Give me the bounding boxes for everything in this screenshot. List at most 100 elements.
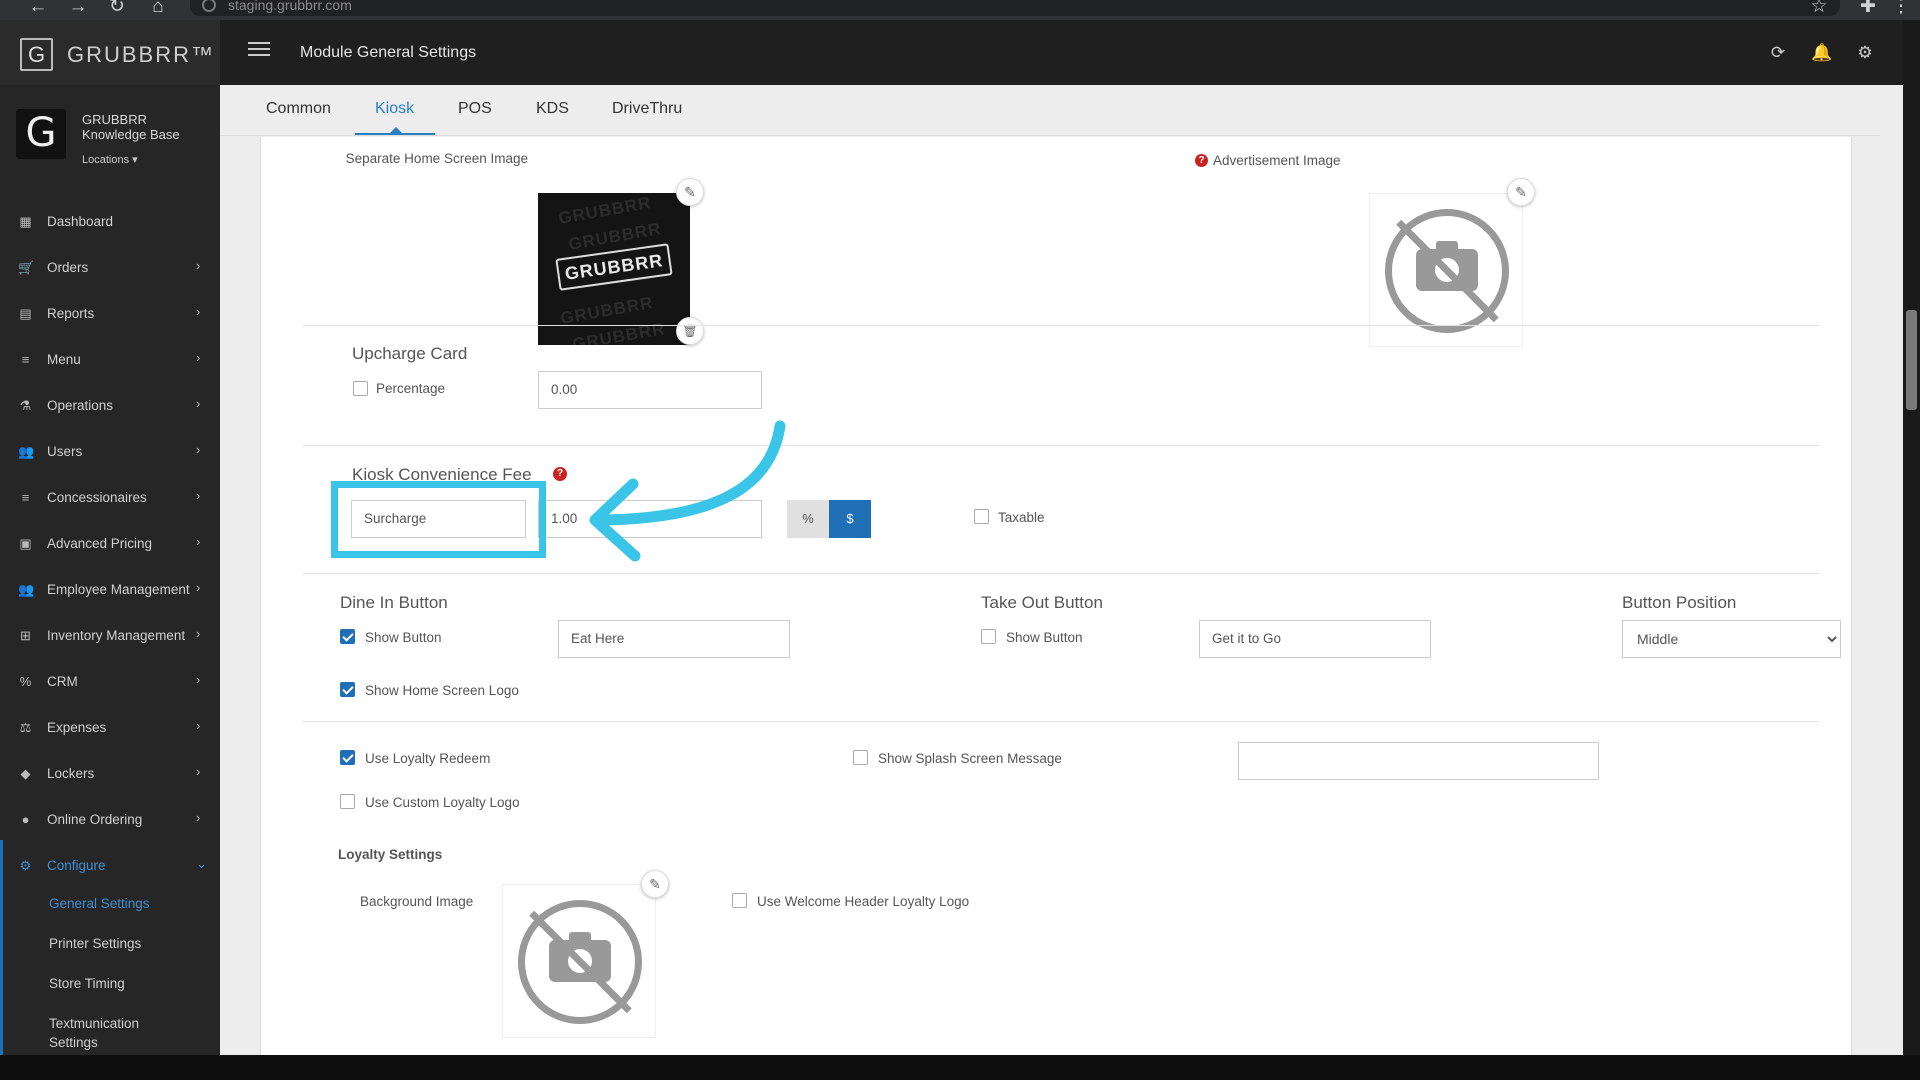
- percentage-label: Percentage: [376, 381, 446, 396]
- site-info-icon[interactable]: [202, 0, 216, 12]
- sidebar-item-advanced-pricing[interactable]: ▣ Advanced Pricing ›: [0, 524, 220, 564]
- address-bar[interactable]: staging.grubbrr.com: [190, 0, 1840, 16]
- upcharge-card-title: Upcharge Card: [352, 344, 468, 363]
- convenience-fee-name-input[interactable]: Surcharge: [351, 500, 526, 538]
- active-tab-caret: [390, 127, 402, 133]
- use-loyalty-redeem-checkbox[interactable]: [340, 750, 355, 765]
- hamburger-menu-icon[interactable]: [248, 42, 270, 58]
- loyalty-background-placeholder: [502, 884, 656, 1038]
- back-icon[interactable]: ←: [27, 0, 49, 20]
- gear-icon: ⚙: [19, 858, 32, 873]
- show-splash-checkbox[interactable]: [853, 750, 868, 765]
- take-out-text-input[interactable]: Get it to Go: [1199, 620, 1431, 658]
- taxable-label: Taxable: [998, 510, 1045, 525]
- tab-drivethru[interactable]: DriveThru: [612, 100, 682, 118]
- sidebar-subitem-printer-settings[interactable]: Printer Settings: [49, 934, 141, 953]
- sidebar-item-expenses[interactable]: ⚖ Expenses ›: [0, 708, 220, 748]
- bookmark-star-icon[interactable]: ☆: [1808, 0, 1830, 20]
- sidebar-item-label: CRM: [47, 674, 78, 689]
- chevron-right-icon: ›: [196, 580, 201, 595]
- locker-icon: ◆: [20, 766, 31, 781]
- home-image-label: Separate Home Screen Image: [345, 151, 528, 166]
- tutorial-arrow-icon: [589, 420, 786, 562]
- app-header: G GRUBBRR™ Module General Settings ⟳ 🔔 ⚙: [0, 20, 1903, 85]
- dine-in-text-input[interactable]: Eat Here: [558, 620, 790, 658]
- tab-kds[interactable]: KDS: [536, 100, 569, 118]
- reload-icon[interactable]: ↻: [106, 0, 128, 20]
- refresh-icon[interactable]: ⟳: [1768, 43, 1788, 63]
- splash-message-input[interactable]: [1238, 742, 1599, 780]
- extensions-icon[interactable]: ✚: [1857, 0, 1879, 20]
- brand-area: G GRUBBRR™: [0, 20, 220, 85]
- upcharge-value-input[interactable]: 0.00: [538, 371, 762, 409]
- sidebar-item-menu[interactable]: ≡ Menu ›: [0, 340, 220, 380]
- chevron-right-icon: ›: [196, 442, 201, 457]
- locations-dropdown[interactable]: Locations ▾: [82, 153, 138, 166]
- profile-name: GRUBBRR Knowledge Base: [82, 112, 180, 142]
- sidebar-item-concessionaires[interactable]: ≡ Concessionaires ›: [0, 478, 220, 518]
- advertisement-image-label: Advertisement Image: [1213, 153, 1341, 168]
- sidebar-item-label: Advanced Pricing: [47, 536, 153, 551]
- edit-home-image-pencil-icon[interactable]: ✎: [676, 178, 704, 206]
- sidebar-subitem-store-timing[interactable]: Store Timing: [49, 974, 125, 993]
- help-icon[interactable]: ?: [1195, 154, 1208, 167]
- sidebar-item-online-ordering[interactable]: ● Online Ordering ›: [0, 800, 220, 840]
- sidebar-subitem-general-settings[interactable]: General Settings: [49, 894, 150, 913]
- sidebar-item-label: Employee Management: [47, 582, 190, 597]
- sidebar-item-orders[interactable]: 🛒 Orders ›: [0, 248, 220, 288]
- chevron-right-icon: ›: [196, 672, 201, 687]
- advertisement-image-placeholder: [1369, 193, 1523, 347]
- show-home-logo-label: Show Home Screen Logo: [365, 683, 519, 698]
- use-loyalty-redeem-label: Use Loyalty Redeem: [365, 751, 491, 766]
- sidebar-item-users[interactable]: 👥 Users ›: [0, 432, 220, 472]
- globe-icon: ●: [21, 812, 30, 827]
- percentage-checkbox[interactable]: [353, 381, 368, 396]
- sidebar-item-operations[interactable]: ⚗ Operations ›: [0, 386, 220, 426]
- sidebar-item-label: Menu: [47, 352, 81, 367]
- sidebar-item-lockers[interactable]: ◆ Lockers ›: [0, 754, 220, 794]
- sidebar-item-inventory-management[interactable]: ⊞ Inventory Management ›: [0, 616, 220, 656]
- dollar-toggle-button[interactable]: $: [829, 500, 871, 538]
- forward-icon[interactable]: →: [67, 0, 89, 20]
- page-title: Module General Settings: [300, 44, 477, 61]
- url-text: staging.grubbrr.com: [228, 0, 352, 13]
- custom-loyalty-logo-label: Use Custom Loyalty Logo: [365, 795, 520, 810]
- scrollbar-thumb[interactable]: [1906, 310, 1917, 410]
- convenience-help-icon[interactable]: ?: [553, 467, 567, 481]
- home-screen-image: GRUBBRR GRUBBRR GRUBBRR GRUBBRR GRUBBRR: [538, 193, 690, 345]
- sidebar-item-dashboard[interactable]: ▦ Dashboard: [0, 202, 220, 242]
- edit-advertisement-pencil-icon[interactable]: ✎: [1507, 178, 1535, 206]
- sidebar-item-label: Users: [47, 444, 83, 459]
- sidebar-item-configure[interactable]: ⚙ Configure ⌄: [0, 846, 220, 886]
- home-icon[interactable]: ⌂: [147, 0, 169, 20]
- tab-pos[interactable]: POS: [458, 100, 492, 118]
- chevron-right-icon: ›: [196, 304, 201, 319]
- sidebar-item-label: Inventory Management: [47, 628, 186, 643]
- page-scrollbar[interactable]: [1903, 20, 1920, 1055]
- sidebar-item-label: Orders: [47, 260, 89, 275]
- sitemap-icon: ⊞: [20, 628, 31, 643]
- dine-in-show-checkbox[interactable]: [340, 629, 355, 644]
- welcome-header-logo-checkbox[interactable]: [732, 893, 747, 908]
- sidebar-item-reports[interactable]: ▤ Reports ›: [0, 294, 220, 334]
- sidebar-item-employee-management[interactable]: 👥 Employee Management ›: [0, 570, 220, 610]
- background-image-label: Background Image: [360, 894, 474, 909]
- edit-loyalty-background-pencil-icon[interactable]: ✎: [641, 870, 669, 898]
- tab-kiosk[interactable]: Kiosk: [375, 100, 414, 118]
- button-position-title: Button Position: [1622, 593, 1737, 612]
- sidebar-subitem-textmunication-settings[interactable]: Textmunication Settings: [49, 1014, 169, 1052]
- delete-home-image-trash-icon[interactable]: 🗑: [676, 317, 704, 345]
- custom-loyalty-logo-checkbox[interactable]: [340, 794, 355, 809]
- show-home-logo-checkbox[interactable]: [340, 682, 355, 697]
- notification-bell-icon[interactable]: 🔔: [1811, 43, 1832, 63]
- browser-menu-icon[interactable]: ⋮: [1890, 0, 1912, 20]
- dine-in-title: Dine In Button: [340, 593, 448, 612]
- sidebar-item-crm[interactable]: % CRM ›: [0, 662, 220, 702]
- button-position-select[interactable]: Middle: [1622, 620, 1841, 658]
- take-out-show-checkbox[interactable]: [981, 629, 996, 644]
- tab-common[interactable]: Common: [266, 100, 331, 118]
- taxable-checkbox[interactable]: [974, 509, 989, 524]
- dashboard-icon: ▦: [19, 214, 32, 229]
- settings-gear-icon[interactable]: ⚙: [1855, 43, 1875, 63]
- section-divider: [303, 573, 1819, 574]
